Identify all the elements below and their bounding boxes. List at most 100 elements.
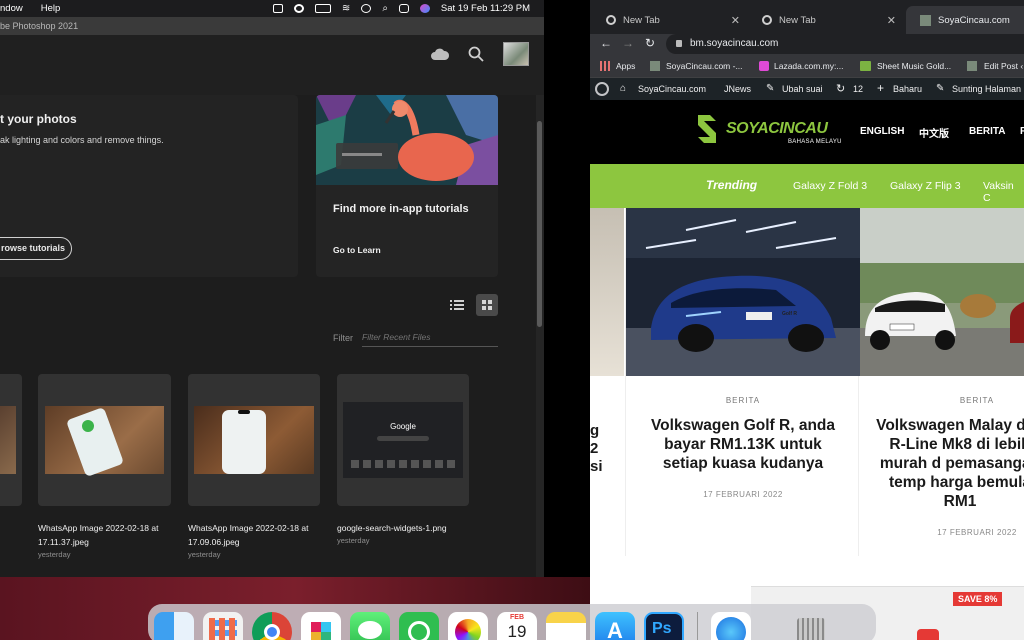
- back-icon[interactable]: ←: [600, 36, 612, 50]
- wp-new[interactable]: Baharu: [893, 84, 922, 94]
- app-store-icon[interactable]: A: [595, 612, 635, 640]
- updates-icon: ↻: [836, 83, 846, 95]
- nav-more[interactable]: F: [1020, 126, 1024, 137]
- article-card[interactable]: Golf R BERITA Volkswagen Golf R, anda ba…: [625, 208, 860, 556]
- search-icon[interactable]: [468, 46, 484, 62]
- menu-window[interactable]: ndow: [0, 3, 29, 14]
- menu-help[interactable]: Help: [29, 3, 67, 14]
- whatsapp-icon[interactable]: [399, 612, 439, 640]
- shelf-icon[interactable]: [272, 4, 283, 13]
- ps-home-content: t your photos ak lighting and colors and…: [0, 95, 536, 577]
- flamingo-illustration: [316, 95, 498, 185]
- trash-icon[interactable]: [791, 612, 831, 640]
- article-date: 17 FEBRUARI 2022: [937, 528, 1017, 537]
- nav-chinese[interactable]: 中文版: [919, 125, 949, 140]
- close-icon[interactable]: ✕: [731, 14, 740, 27]
- lock-icon[interactable]: [676, 40, 682, 47]
- scrollbar[interactable]: [537, 121, 542, 327]
- trending-item[interactable]: Vaksin C: [983, 180, 1024, 204]
- ps-window-title: be Photoshop 2021: [0, 17, 544, 35]
- file-name[interactable]: WhatsApp Image 2022-02-18 at 17.09.06.jp…: [188, 521, 323, 549]
- file-thumbnail: Google: [343, 402, 463, 478]
- address-bar[interactable]: bm.soyacincau.com: [666, 34, 1024, 54]
- bookmark-apps[interactable]: Apps: [616, 61, 635, 71]
- tab-new-tab[interactable]: New Tab ✕: [592, 6, 748, 34]
- chrome-icon[interactable]: [252, 612, 292, 640]
- control-center-icon[interactable]: [398, 4, 409, 13]
- brush-icon: ✎: [766, 83, 775, 94]
- file-name[interactable]: WhatsApp Image 2022-02-18 at 17.11.37.jp…: [38, 521, 173, 549]
- bookmark-lazada[interactable]: Lazada.com.my:...: [774, 61, 843, 71]
- calendar-day: 19: [507, 622, 527, 640]
- cloud-icon[interactable]: [430, 47, 450, 61]
- file-card[interactable]: [188, 374, 320, 506]
- site-logo-subtitle: BAHASA MELAYU: [788, 139, 842, 145]
- tab-label: New Tab: [623, 14, 660, 26]
- bookmark-sheet-music[interactable]: Sheet Music Gold...: [877, 61, 951, 71]
- lazada-icon: [759, 61, 769, 71]
- wp-jnews[interactable]: JNews: [724, 84, 751, 94]
- siri-icon[interactable]: [419, 4, 430, 13]
- plus-icon: +: [877, 81, 885, 95]
- reload-icon[interactable]: ↻: [645, 36, 655, 50]
- slack-icon[interactable]: [301, 612, 341, 640]
- filter-recent-files-input[interactable]: [362, 328, 498, 347]
- file-card[interactable]: Google: [337, 374, 469, 506]
- photoshop-icon[interactable]: Ps: [644, 612, 684, 640]
- browse-tutorials-button[interactable]: rowse tutorials: [0, 237, 72, 260]
- wp-site-name[interactable]: SoyaCincau.com: [638, 84, 706, 94]
- macos-dock: FEB 19 A Ps: [148, 604, 876, 640]
- wordpress-admin-bar: ⌂ SoyaCincau.com JNews ✎ Ubah suai ↻ 12 …: [590, 78, 1024, 100]
- forward-icon[interactable]: →: [622, 36, 634, 50]
- tab-label: New Tab: [779, 14, 816, 26]
- spotlight-search-icon[interactable]: ⌕: [382, 3, 388, 14]
- wp-edit-page[interactable]: Sunting Halaman: [952, 84, 1021, 94]
- article-title[interactable]: Volkswagen Golf R, anda bayar RM1.13K un…: [642, 416, 844, 473]
- file-name[interactable]: google-search-widgets-1.png: [337, 521, 472, 535]
- launchpad-icon[interactable]: [203, 612, 243, 640]
- bookmark-edit-post[interactable]: Edit Post ‹: [984, 61, 1023, 71]
- partial-title-char: g: [590, 422, 600, 439]
- tab-new-tab[interactable]: New Tab ✕: [748, 6, 904, 34]
- file-card[interactable]: [38, 374, 171, 506]
- article-card-partial[interactable]: g 2 si: [590, 208, 624, 556]
- calendar-icon[interactable]: FEB 19: [497, 612, 537, 640]
- trending-item[interactable]: Galaxy Z Flip 3: [890, 180, 961, 192]
- soyacincau-favicon: [650, 61, 660, 71]
- article-card[interactable]: BERITA Volkswagen Malay dan R-Line Mk8 d…: [860, 208, 1024, 556]
- nav-english[interactable]: ENGLISH: [860, 126, 904, 137]
- apps-icon[interactable]: [600, 61, 610, 71]
- grid-view-icon[interactable]: [476, 294, 498, 316]
- finder-icon[interactable]: [154, 612, 194, 640]
- partial-title-char: si: [590, 458, 603, 475]
- safari-icon[interactable]: [711, 612, 751, 640]
- wp-updates-count[interactable]: 12: [853, 84, 863, 94]
- wifi-icon[interactable]: ≋: [342, 3, 350, 14]
- site-logo[interactable]: SOYACINCAU: [726, 120, 828, 138]
- list-view-icon[interactable]: [450, 298, 464, 310]
- creative-cloud-icon[interactable]: [293, 4, 304, 13]
- article-category[interactable]: BERITA: [626, 396, 860, 405]
- trending-item[interactable]: Galaxy Z Fold 3: [793, 180, 867, 192]
- bookmark-soyacincau[interactable]: SoyaCincau.com -...: [666, 61, 743, 71]
- notes-icon[interactable]: [546, 612, 586, 640]
- avatar[interactable]: [503, 42, 529, 66]
- tab-soyacincau[interactable]: SoyaCincau.com: [906, 6, 1024, 34]
- menubar-clock[interactable]: Sat 19 Feb 11:29 PM: [441, 3, 530, 14]
- article-category[interactable]: BERITA: [860, 396, 1024, 405]
- go-to-learn-link[interactable]: Go to Learn: [333, 245, 381, 255]
- tutorial-card[interactable]: Find more in-app tutorials Go to Learn: [316, 95, 498, 277]
- wp-customize[interactable]: Ubah suai: [782, 84, 823, 94]
- nav-berita[interactable]: BERITA: [969, 126, 1005, 137]
- messages-icon[interactable]: [350, 612, 390, 640]
- browse-tutorials-label: rowse tutorials: [1, 243, 66, 253]
- wordpress-icon[interactable]: [595, 82, 609, 96]
- user-icon[interactable]: [361, 4, 372, 13]
- photos-icon[interactable]: [448, 612, 488, 640]
- close-icon[interactable]: ✕: [887, 14, 896, 27]
- battery-icon[interactable]: [314, 4, 331, 13]
- soyacincau-logo-icon[interactable]: [696, 113, 718, 145]
- article-title[interactable]: Volkswagen Malay dan R-Line Mk8 di lebih…: [874, 416, 1024, 511]
- file-card-partial[interactable]: [0, 374, 22, 506]
- dock-separator: [697, 612, 698, 640]
